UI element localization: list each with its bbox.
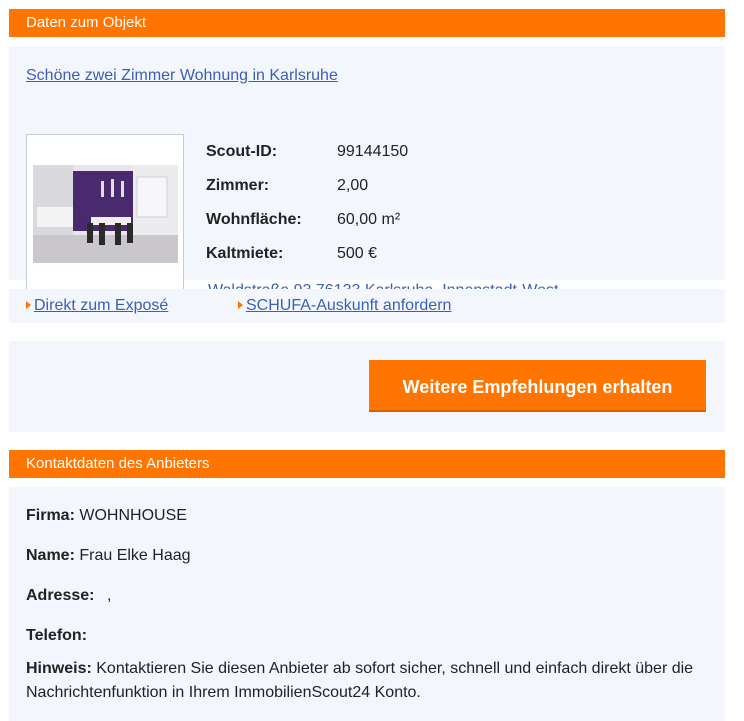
detail-label: Kaltmiete: xyxy=(206,245,284,262)
listing-title-link[interactable]: Schöne zwei Zimmer Wohnung in Karlsruhe xyxy=(26,67,338,85)
contact-section-header: Kontaktdaten des Anbieters xyxy=(9,450,725,478)
detail-value: 60,00 m² xyxy=(337,211,401,228)
schufa-link-label: SCHUFA-Auskunft anfordern xyxy=(246,297,452,314)
expose-link-label: Direkt zum Exposé xyxy=(34,297,169,314)
arrow-right-icon xyxy=(238,301,243,309)
contact-adresse: Adresse: , xyxy=(26,587,111,605)
detail-label: Zimmer: xyxy=(206,177,270,194)
contact-name: Name: Frau Elke Haag xyxy=(26,547,191,565)
contact-telefon: Telefon: xyxy=(26,627,87,645)
detail-value: 500 € xyxy=(337,245,378,262)
firma-label: Firma: xyxy=(26,507,75,524)
detail-value: 2,00 xyxy=(337,177,369,194)
detail-label: Scout-ID: xyxy=(206,143,278,160)
apartment-photo-icon xyxy=(33,165,178,263)
listing-panel: Schöne zwei Zimmer Wohnung in Karlsruhe xyxy=(9,46,725,299)
listing-thumbnail[interactable] xyxy=(26,134,184,292)
arrow-right-icon xyxy=(26,301,31,309)
expose-link[interactable]: Direkt zum Exposé xyxy=(26,297,168,315)
telefon-label: Telefon: xyxy=(26,627,88,644)
contact-firma: Firma: WOHNHOUSE xyxy=(26,507,187,525)
hinweis-label: Hinweis: xyxy=(26,660,92,677)
more-recommendations-button[interactable]: Weitere Empfehlungen erhalten xyxy=(369,360,706,412)
action-links-panel: Direkt zum Exposé SCHUFA-Auskunft anford… xyxy=(9,289,725,323)
contact-hinweis: Hinweis: Kontaktieren Sie diesen Anbiete… xyxy=(26,657,716,705)
recommendations-panel: Weitere Empfehlungen erhalten xyxy=(9,341,725,432)
object-section-title: Daten zum Objekt xyxy=(26,14,147,31)
hinweis-value: Kontaktieren Sie diesen Anbieter ab sofo… xyxy=(26,660,694,701)
name-value: Frau Elke Haag xyxy=(79,547,191,564)
adresse-value: , xyxy=(106,587,112,604)
contact-section-title: Kontaktdaten des Anbieters xyxy=(26,455,210,472)
object-section-header: Daten zum Objekt xyxy=(9,9,725,37)
name-label: Name: xyxy=(26,547,75,564)
schufa-link[interactable]: SCHUFA-Auskunft anfordern xyxy=(238,297,451,315)
contact-panel: Firma: WOHNHOUSE Name: Frau Elke Haag Ad… xyxy=(9,487,725,721)
detail-label: Wohnfläche: xyxy=(206,211,302,228)
detail-value: 99144150 xyxy=(337,143,409,160)
firma-value: WOHNHOUSE xyxy=(79,507,187,524)
adresse-label: Adresse: xyxy=(26,587,95,604)
page-content: Daten zum Objekt Schöne zwei Zimmer Wohn… xyxy=(9,9,725,721)
